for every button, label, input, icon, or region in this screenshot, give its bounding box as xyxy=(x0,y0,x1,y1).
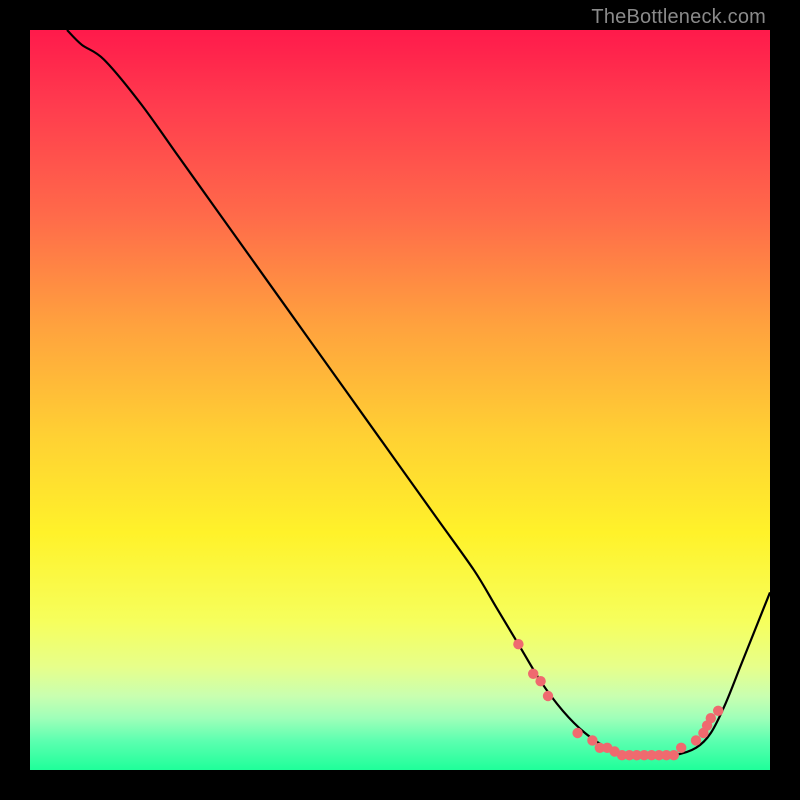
bottleneck-chart xyxy=(30,30,770,770)
marker-dot xyxy=(669,750,679,760)
watermark-text: TheBottleneck.com xyxy=(591,6,766,29)
marker-dot xyxy=(713,706,723,716)
marker-dot xyxy=(535,676,545,686)
marker-dot xyxy=(543,691,553,701)
marker-dot xyxy=(513,639,523,649)
marker-dot xyxy=(706,713,716,723)
marker-dot xyxy=(691,735,701,745)
marker-dot xyxy=(528,669,538,679)
marker-dot xyxy=(587,735,597,745)
marker-dot xyxy=(572,728,582,738)
marker-dot xyxy=(676,743,686,753)
chart-background xyxy=(30,30,770,770)
chart-frame xyxy=(30,30,770,770)
